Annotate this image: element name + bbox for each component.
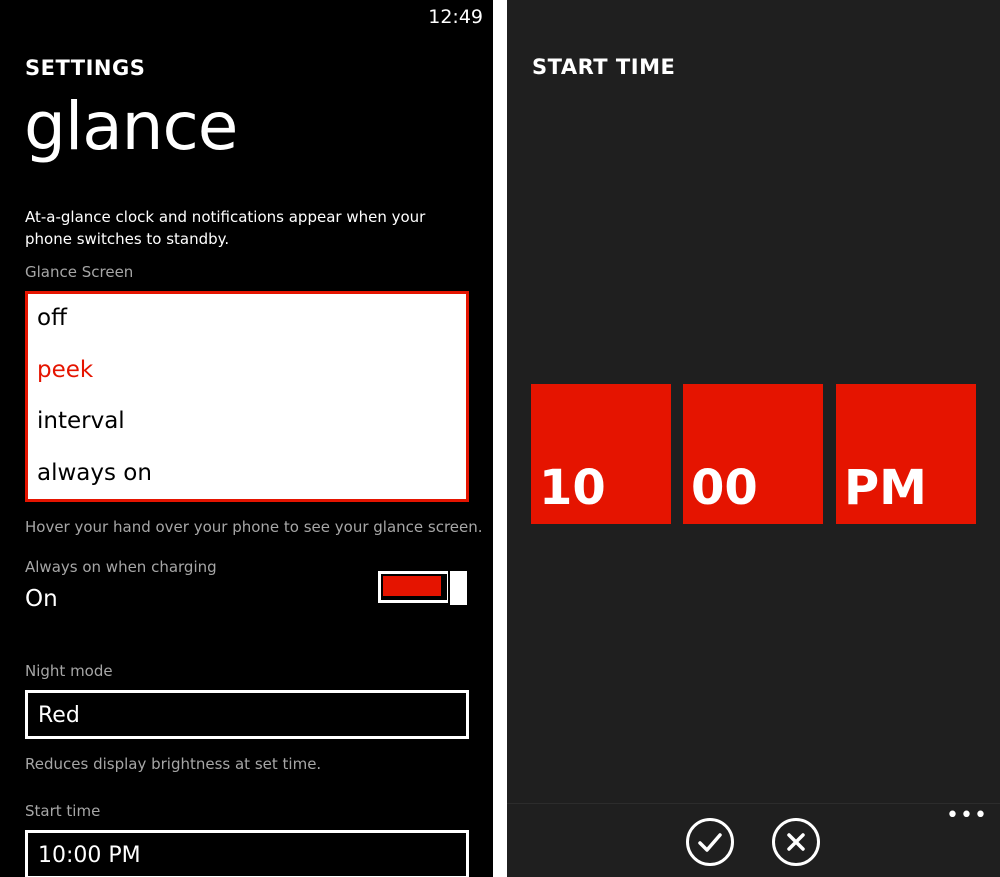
glance-screen-hint: Hover your hand over your phone to see y…	[25, 518, 483, 536]
glance-description: At-a-glance clock and notifications appe…	[25, 208, 426, 248]
minute-value: 00	[691, 460, 758, 516]
close-icon	[787, 833, 805, 851]
always-on-charging-toggle[interactable]	[378, 569, 470, 607]
toggle-track	[378, 571, 450, 603]
glance-screen-list[interactable]: off peek interval always on	[25, 291, 469, 502]
glance-option-off[interactable]: off	[37, 305, 67, 331]
always-on-charging-value: On	[25, 586, 58, 612]
settings-header: SETTINGS	[25, 56, 146, 80]
page-title: glance	[24, 88, 238, 165]
toggle-thumb[interactable]	[448, 569, 469, 607]
minute-tile[interactable]: 00	[683, 384, 823, 524]
glance-screen-label: Glance Screen	[25, 263, 134, 281]
time-picker-screen: START TIME 10 00 PM •••	[507, 0, 1000, 877]
app-bar: •••	[507, 803, 1000, 877]
hour-value: 10	[539, 460, 606, 516]
start-time-label: Start time	[25, 802, 101, 820]
glance-option-always-on[interactable]: always on	[37, 460, 152, 486]
check-icon	[698, 833, 722, 852]
night-mode-select[interactable]: Red	[25, 690, 469, 739]
cancel-button[interactable]	[772, 818, 820, 866]
panel-divider	[493, 0, 507, 877]
glance-option-peek[interactable]: peek	[37, 357, 93, 383]
hour-tile[interactable]: 10	[531, 384, 671, 524]
status-bar-time: 12:49	[428, 6, 483, 28]
night-mode-label: Night mode	[25, 662, 113, 680]
glance-option-interval[interactable]: interval	[37, 408, 125, 434]
period-value: PM	[844, 460, 927, 516]
glance-settings-screen: 12:49 SETTINGS glance At-a-glance clock …	[0, 0, 493, 877]
start-time-field[interactable]: 10:00 PM	[25, 830, 469, 877]
toggle-fill	[383, 576, 441, 596]
picker-title: START TIME	[532, 55, 676, 79]
night-mode-hint: Reduces display brightness at set time.	[25, 755, 322, 773]
confirm-button[interactable]	[686, 818, 734, 866]
more-options-button[interactable]: •••	[946, 805, 987, 830]
period-tile[interactable]: PM	[836, 384, 976, 524]
always-on-charging-label: Always on when charging	[25, 558, 217, 576]
